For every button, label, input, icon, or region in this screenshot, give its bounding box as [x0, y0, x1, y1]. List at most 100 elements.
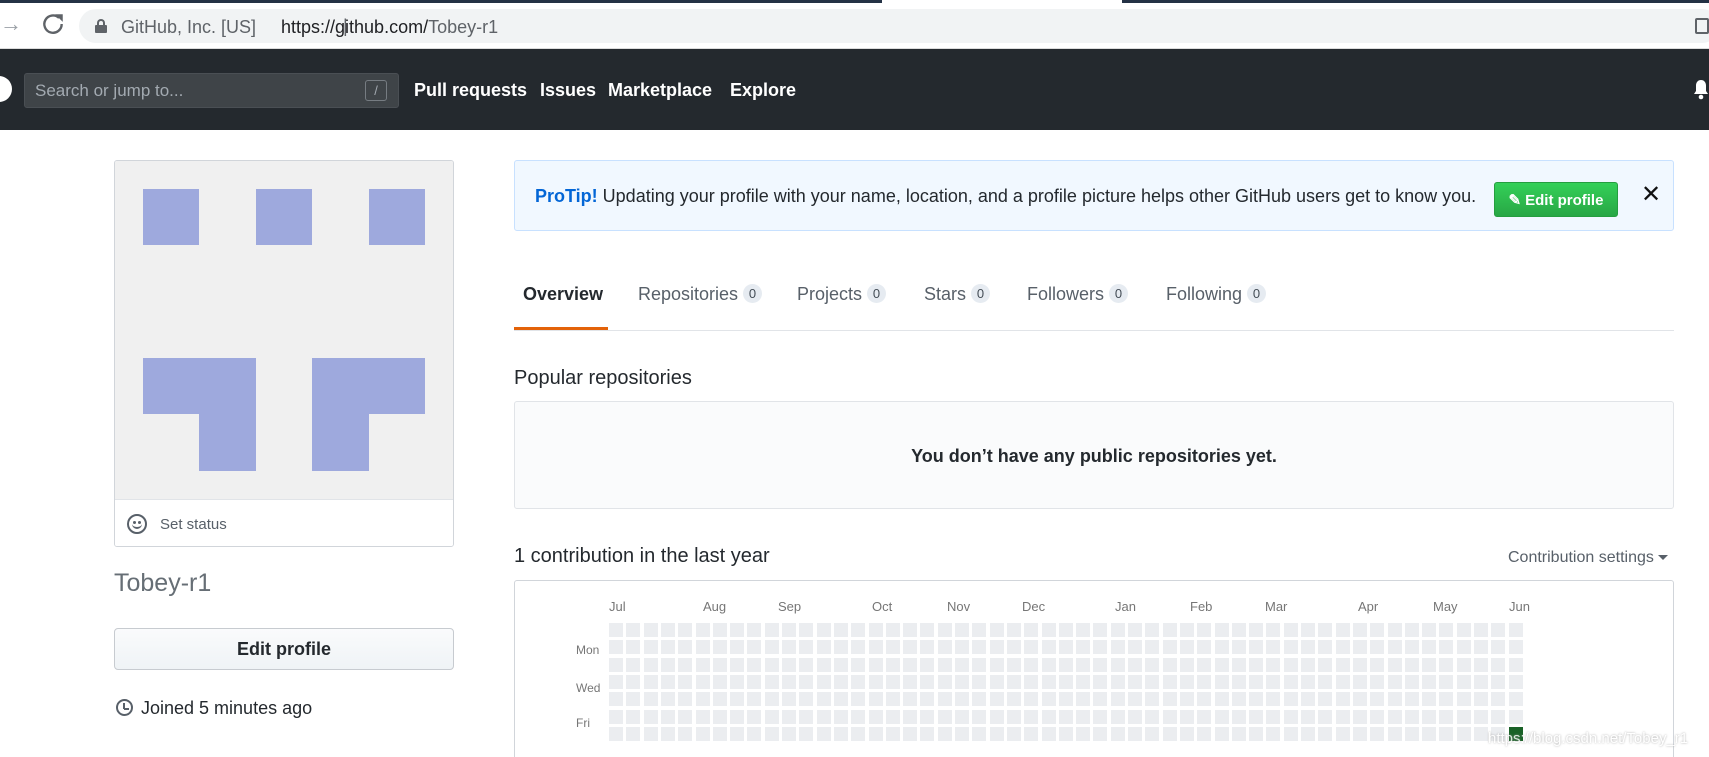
contribution-day-cell[interactable]: [1024, 674, 1039, 689]
contribution-day-cell[interactable]: [1058, 709, 1073, 724]
contribution-day-cell[interactable]: [1162, 709, 1177, 724]
contribution-day-cell[interactable]: [1508, 674, 1523, 689]
address-bar[interactable]: GitHub, Inc. [US] | https://github.com/T…: [79, 9, 1709, 43]
contribution-day-cell[interactable]: [1422, 726, 1437, 741]
protip-lead[interactable]: ProTip!: [535, 186, 598, 206]
contribution-day-cell[interactable]: [747, 726, 762, 741]
contribution-day-cell[interactable]: [1335, 657, 1350, 672]
contribution-day-cell[interactable]: [1352, 640, 1367, 655]
contribution-day-cell[interactable]: [1404, 726, 1419, 741]
contribution-day-cell[interactable]: [1283, 709, 1298, 724]
contribution-day-cell[interactable]: [1179, 726, 1194, 741]
contribution-day-cell[interactable]: [972, 709, 987, 724]
contribution-day-cell[interactable]: [730, 623, 745, 637]
contribution-day-cell[interactable]: [937, 674, 952, 689]
contribution-day-cell[interactable]: [1093, 692, 1108, 707]
contribution-day-cell[interactable]: [920, 709, 935, 724]
contribution-day-cell[interactable]: [833, 692, 848, 707]
contribution-day-cell[interactable]: [626, 640, 641, 655]
contribution-day-cell[interactable]: [747, 692, 762, 707]
contribution-day-cell[interactable]: [937, 692, 952, 707]
contribution-day-cell[interactable]: [695, 692, 710, 707]
nav-pull-requests[interactable]: Pull requests: [414, 80, 527, 101]
contribution-day-cell[interactable]: [1024, 623, 1039, 637]
lock-icon[interactable]: [95, 19, 107, 33]
contribution-day-cell[interactable]: [1335, 709, 1350, 724]
contribution-day-cell[interactable]: [1387, 623, 1402, 637]
contribution-day-cell[interactable]: [678, 726, 693, 741]
contribution-day-cell[interactable]: [1491, 692, 1506, 707]
contribution-day-cell[interactable]: [1058, 657, 1073, 672]
contribution-day-cell[interactable]: [1456, 674, 1471, 689]
contribution-day-cell[interactable]: [1024, 640, 1039, 655]
contribution-day-cell[interactable]: [764, 657, 779, 672]
contribution-day-cell[interactable]: [1145, 674, 1160, 689]
contribution-day-cell[interactable]: [1145, 657, 1160, 672]
contribution-day-cell[interactable]: [1162, 726, 1177, 741]
contribution-day-cell[interactable]: [660, 692, 675, 707]
contribution-day-cell[interactable]: [782, 674, 796, 689]
contribution-day-cell[interactable]: [695, 674, 710, 689]
contribution-day-cell[interactable]: [851, 726, 866, 741]
contribution-day-cell[interactable]: [1076, 726, 1091, 741]
contribution-day-cell[interactable]: [1404, 623, 1419, 637]
contribution-day-cell[interactable]: [1318, 657, 1333, 672]
contribution-day-cell[interactable]: [1491, 640, 1506, 655]
contribution-day-cell[interactable]: [1128, 726, 1142, 741]
contribution-day-cell[interactable]: [626, 623, 641, 637]
contribution-day-cell[interactable]: [643, 640, 658, 655]
contribution-day-cell[interactable]: [1491, 674, 1506, 689]
contribution-day-cell[interactable]: [1456, 726, 1471, 741]
search-box[interactable]: /: [24, 73, 399, 108]
contribution-day-cell[interactable]: [1370, 726, 1385, 741]
github-logo-icon[interactable]: [0, 76, 12, 102]
contribution-day-cell[interactable]: [1370, 674, 1385, 689]
contribution-day-cell[interactable]: [1179, 692, 1194, 707]
contribution-day-cell[interactable]: [1387, 726, 1402, 741]
contribution-day-cell[interactable]: [1491, 709, 1506, 724]
contribution-day-cell[interactable]: [1041, 709, 1056, 724]
contribution-day-cell[interactable]: [782, 726, 796, 741]
contribution-day-cell[interactable]: [1422, 640, 1437, 655]
contribution-day-cell[interactable]: [1231, 692, 1246, 707]
contribution-day-cell[interactable]: [833, 640, 848, 655]
contribution-day-cell[interactable]: [1214, 674, 1229, 689]
contribution-day-cell[interactable]: [678, 657, 693, 672]
contribution-day-cell[interactable]: [989, 692, 1004, 707]
contribution-day-cell[interactable]: [799, 623, 814, 637]
reload-icon[interactable]: [40, 11, 66, 37]
contribution-day-cell[interactable]: [1214, 623, 1229, 637]
contribution-day-cell[interactable]: [1508, 692, 1523, 707]
contribution-day-cell[interactable]: [1404, 692, 1419, 707]
contribution-day-cell[interactable]: [1145, 709, 1160, 724]
contribution-day-cell[interactable]: [1231, 709, 1246, 724]
contribution-day-cell[interactable]: [1283, 726, 1298, 741]
contribution-day-cell[interactable]: [1006, 674, 1021, 689]
contribution-day-cell[interactable]: [1301, 674, 1315, 689]
contribution-day-cell[interactable]: [1266, 726, 1281, 741]
tab-repositories[interactable]: Repositories 0: [638, 284, 763, 305]
contribution-day-cell[interactable]: [1214, 640, 1229, 655]
contribution-day-cell[interactable]: [1318, 726, 1333, 741]
contribution-day-cell[interactable]: [1231, 674, 1246, 689]
contribution-day-cell[interactable]: [937, 640, 952, 655]
contribution-day-cell[interactable]: [1456, 623, 1471, 637]
contribution-day-cell[interactable]: [712, 640, 727, 655]
contribution-day-cell[interactable]: [1128, 657, 1142, 672]
contribution-day-cell[interactable]: [868, 692, 883, 707]
contribution-day-cell[interactable]: [1404, 657, 1419, 672]
contribution-day-cell[interactable]: [712, 674, 727, 689]
contribution-day-cell[interactable]: [764, 623, 779, 637]
contribution-day-cell[interactable]: [730, 674, 745, 689]
contribution-day-cell[interactable]: [816, 692, 831, 707]
contribution-day-cell[interactable]: [1058, 726, 1073, 741]
contribution-day-cell[interactable]: [1439, 674, 1454, 689]
contribution-day-cell[interactable]: [1024, 709, 1039, 724]
contribution-day-cell[interactable]: [626, 692, 641, 707]
contribution-day-cell[interactable]: [782, 623, 796, 637]
contribution-day-cell[interactable]: [1162, 674, 1177, 689]
contribution-day-cell[interactable]: [1301, 709, 1315, 724]
contribution-day-cell[interactable]: [833, 657, 848, 672]
contribution-day-cell[interactable]: [782, 657, 796, 672]
contribution-day-cell[interactable]: [1474, 623, 1488, 637]
